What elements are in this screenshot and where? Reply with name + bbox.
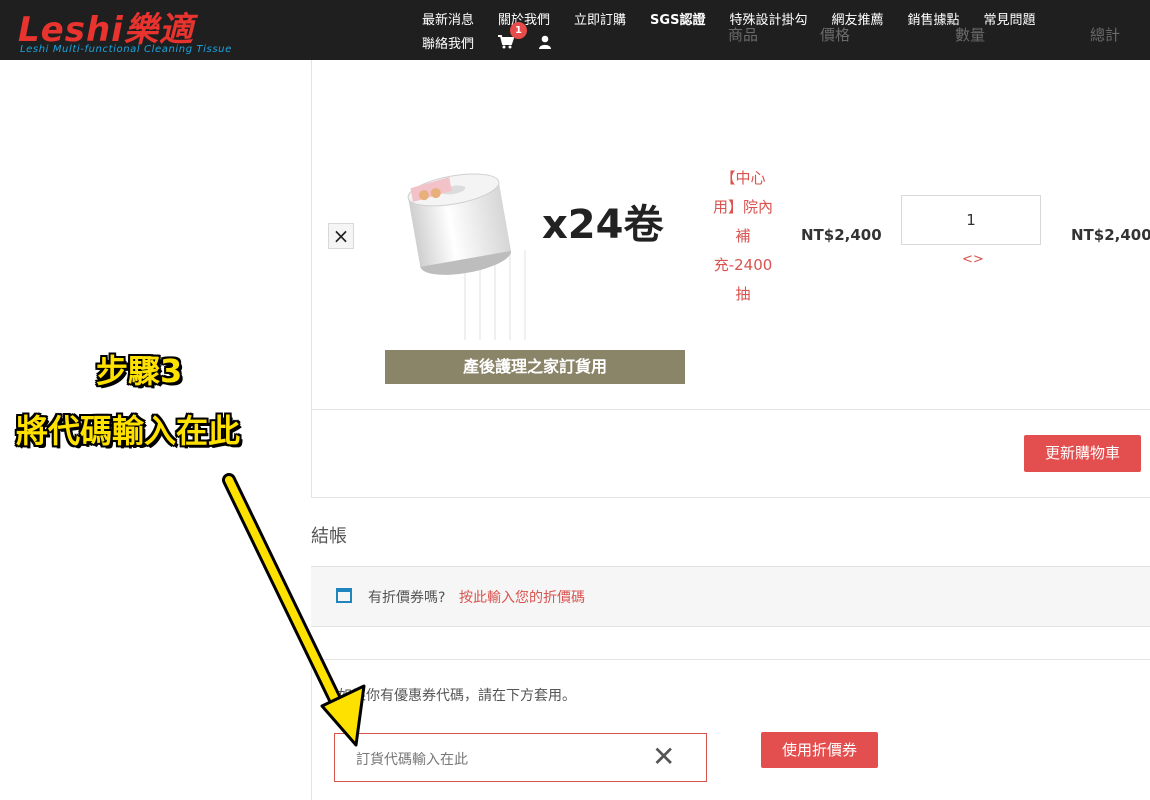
logo-tagline: Leshi Multi-functional Cleaning Tissue <box>20 44 232 55</box>
nav-news[interactable]: 最新消息 <box>410 9 486 28</box>
remove-item-button[interactable]: × <box>328 223 354 249</box>
line-total: NT$2,400 <box>1071 226 1150 244</box>
site-header: Leshi樂適 Leshi Multi-functional Cleaning … <box>0 0 1150 60</box>
nav-reviews[interactable]: 網友推薦 <box>819 9 895 28</box>
product-image-banner: 產後護理之家訂貨用 <box>385 350 685 384</box>
nav-hook[interactable]: 特殊設計掛勾 <box>717 9 819 28</box>
site-logo[interactable]: Leshi樂適 Leshi Multi-functional Cleaning … <box>18 2 248 58</box>
show-coupon-link[interactable]: 按此輸入您的折價碼 <box>459 587 585 607</box>
product-price: NT$2,400 <box>801 226 882 244</box>
annotation-instruction: 將代碼輸入在此 <box>16 412 241 450</box>
quantity-stepper-icon[interactable]: <> <box>962 252 984 267</box>
product-image[interactable] <box>385 140 685 384</box>
nav-sgs[interactable]: SGS認證 <box>638 9 717 28</box>
cart-link[interactable]: 1 <box>486 22 528 54</box>
nav-stores[interactable]: 銷售據點 <box>895 9 971 28</box>
coupon-code-value: 訂貨代碼輸入在此 <box>356 752 468 768</box>
cart-count-badge: 1 <box>510 22 528 39</box>
cart-icon <box>498 35 515 49</box>
account-link[interactable] <box>526 30 564 54</box>
nav-faq[interactable]: 常見問題 <box>972 9 1048 28</box>
annotation-step-label: 步驟3 <box>96 352 183 390</box>
product-name-link[interactable]: 【中心用】院內補充-2400抽 <box>712 164 774 309</box>
nav-contact[interactable]: 聯絡我們 <box>410 33 486 52</box>
coupon-question: 有折價券嗎? <box>368 590 446 606</box>
quantity-input[interactable]: 1 <box>901 195 1041 245</box>
window-icon <box>336 588 352 603</box>
apply-coupon-button[interactable]: 使用折價券 <box>761 732 878 768</box>
checkout-title: 結帳 <box>311 526 347 547</box>
nav-order[interactable]: 立即訂購 <box>562 9 638 28</box>
user-icon <box>539 35 552 49</box>
product-image-overlay-text: x24卷 <box>542 202 664 248</box>
clear-input-icon[interactable]: ✕ <box>652 742 675 772</box>
update-cart-button[interactable]: 更新購物車 <box>1024 435 1141 472</box>
coupon-hint: 如果你有優惠券代碼，請在下方套用。 <box>338 688 576 704</box>
cart-divider <box>311 409 1150 410</box>
main-nav: 最新消息 關於我們 立即訂購 SGS認證 特殊設計掛勾 網友推薦 銷售據點 常見… <box>410 6 1130 54</box>
